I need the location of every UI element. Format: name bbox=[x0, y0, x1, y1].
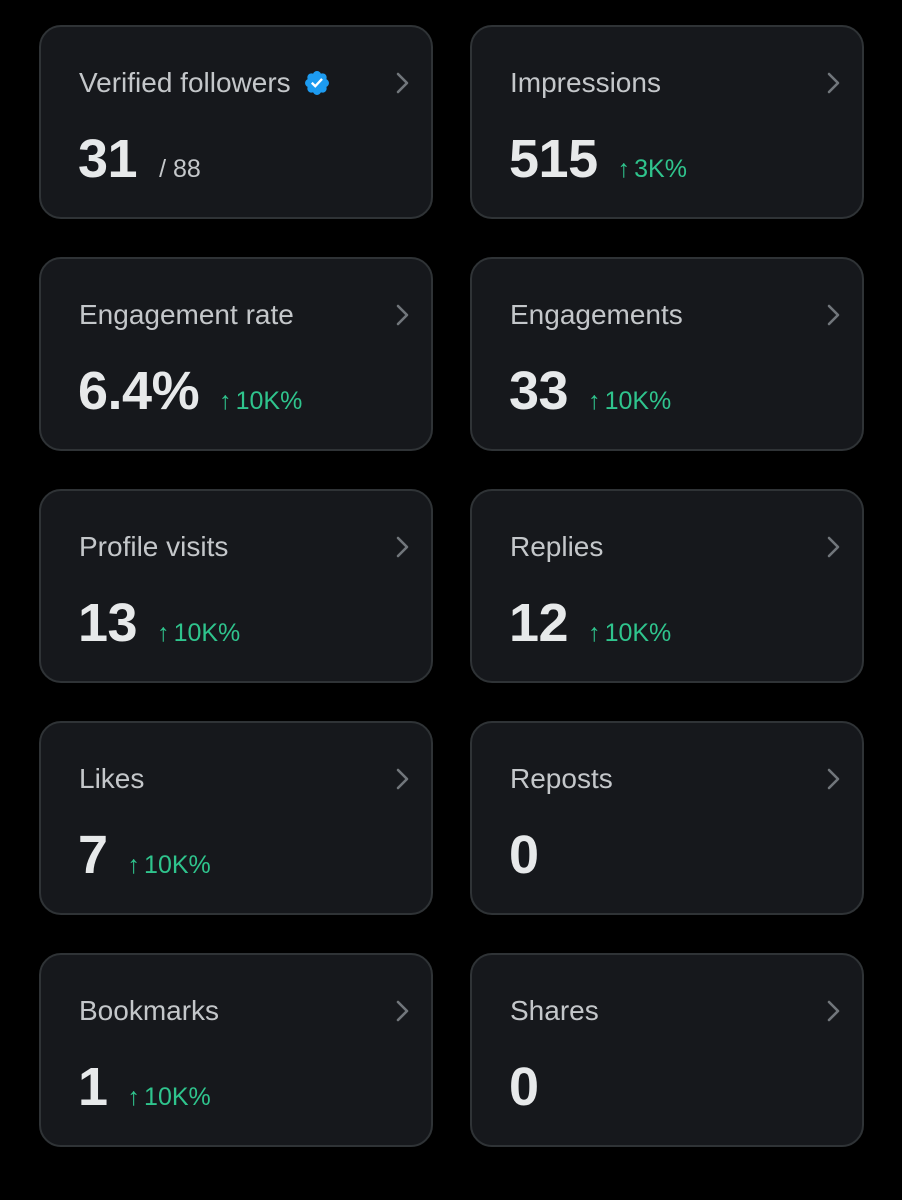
impressions-delta: ↑ 3K% bbox=[618, 155, 687, 184]
arrow-up-icon: ↑ bbox=[617, 155, 631, 183]
engagements-value: 33 bbox=[509, 361, 569, 421]
replies-value: 12 bbox=[509, 593, 569, 653]
verified-followers-card[interactable]: Verified followers 31 / 88 bbox=[39, 25, 433, 219]
arrow-up-icon: ↑ bbox=[157, 619, 170, 647]
engagements-label: Engagements bbox=[510, 299, 683, 330]
chevron-right-icon bbox=[396, 1000, 409, 1022]
engagement-rate-delta-value: 10K% bbox=[235, 387, 303, 415]
arrow-up-icon: ↑ bbox=[588, 619, 601, 647]
verified-followers-label: Verified followers bbox=[79, 67, 291, 98]
engagements-delta: ↑ 10K% bbox=[588, 387, 671, 416]
value-row: 1 ↑ 10K% bbox=[78, 1057, 211, 1117]
chevron-right-icon bbox=[396, 768, 409, 790]
engagement-rate-delta: ↑ 10K% bbox=[219, 387, 302, 416]
impressions-card[interactable]: Impressions 515 ↑ 3K% bbox=[470, 25, 864, 219]
shares-value: 0 bbox=[509, 1057, 539, 1117]
chevron-right-icon bbox=[827, 72, 840, 94]
card-label: Verified followers bbox=[79, 65, 331, 101]
impressions-label: Impressions bbox=[510, 67, 661, 98]
arrow-up-icon: ↑ bbox=[588, 387, 601, 415]
arrow-up-icon: ↑ bbox=[127, 851, 141, 879]
chevron-right-icon bbox=[396, 304, 409, 326]
value-row: 12 ↑ 10K% bbox=[509, 593, 671, 653]
bookmarks-label: Bookmarks bbox=[79, 995, 220, 1026]
likes-delta: ↑ 10K% bbox=[128, 851, 211, 880]
verified-followers-value: 31 bbox=[78, 129, 138, 189]
value-row: 7 ↑ 10K% bbox=[78, 825, 211, 885]
value-row: 33 ↑ 10K% bbox=[509, 361, 671, 421]
likes-value: 7 bbox=[78, 825, 108, 885]
metrics-grid: Verified followers 31 / 88 Impressions 5… bbox=[39, 25, 864, 1147]
engagement-rate-value: 6.4% bbox=[78, 361, 200, 421]
value-row: 31 / 88 bbox=[78, 129, 201, 189]
chevron-right-icon bbox=[827, 1000, 840, 1022]
arrow-up-icon: ↑ bbox=[219, 387, 232, 415]
reposts-card[interactable]: Reposts 0 bbox=[470, 721, 864, 915]
verified-followers-total: / 88 bbox=[159, 155, 201, 183]
replies-delta-value: 10K% bbox=[604, 619, 672, 647]
value-row: 515 ↑ 3K% bbox=[509, 129, 687, 189]
impressions-delta-value: 3K% bbox=[634, 155, 687, 183]
value-row: 13 ↑ 10K% bbox=[78, 593, 240, 653]
shares-card[interactable]: Shares 0 bbox=[470, 953, 864, 1147]
value-row: 0 bbox=[509, 1057, 539, 1117]
likes-delta-value: 10K% bbox=[144, 851, 211, 879]
shares-label: Shares bbox=[510, 995, 599, 1026]
profile-visits-delta: ↑ 10K% bbox=[157, 619, 240, 648]
profile-visits-label: Profile visits bbox=[79, 531, 229, 562]
verified-badge-icon bbox=[303, 69, 331, 97]
engagement-rate-label: Engagement rate bbox=[79, 299, 294, 330]
value-row: 6.4% ↑ 10K% bbox=[78, 361, 302, 421]
arrow-up-icon: ↑ bbox=[127, 1083, 141, 1111]
chevron-right-icon bbox=[827, 768, 840, 790]
bookmarks-delta: ↑ 10K% bbox=[128, 1083, 211, 1112]
chevron-right-icon bbox=[396, 536, 409, 558]
value-row: 0 bbox=[509, 825, 539, 885]
engagements-delta-value: 10K% bbox=[604, 387, 672, 415]
engagements-card[interactable]: Engagements 33 ↑ 10K% bbox=[470, 257, 864, 451]
bookmarks-delta-value: 10K% bbox=[144, 1083, 211, 1111]
likes-card[interactable]: Likes 7 ↑ 10K% bbox=[39, 721, 433, 915]
replies-delta: ↑ 10K% bbox=[588, 619, 671, 648]
profile-visits-value: 13 bbox=[78, 593, 138, 653]
bookmarks-card[interactable]: Bookmarks 1 ↑ 10K% bbox=[39, 953, 433, 1147]
impressions-value: 515 bbox=[509, 129, 598, 189]
chevron-right-icon bbox=[827, 304, 840, 326]
profile-visits-delta-value: 10K% bbox=[173, 619, 241, 647]
bookmarks-value: 1 bbox=[78, 1057, 108, 1117]
engagement-rate-card[interactable]: Engagement rate 6.4% ↑ 10K% bbox=[39, 257, 433, 451]
likes-label: Likes bbox=[79, 763, 145, 794]
profile-visits-card[interactable]: Profile visits 13 ↑ 10K% bbox=[39, 489, 433, 683]
reposts-value: 0 bbox=[509, 825, 539, 885]
replies-card[interactable]: Replies 12 ↑ 10K% bbox=[470, 489, 864, 683]
replies-label: Replies bbox=[510, 531, 604, 562]
chevron-right-icon bbox=[827, 536, 840, 558]
reposts-label: Reposts bbox=[510, 763, 613, 794]
chevron-right-icon bbox=[396, 72, 409, 94]
